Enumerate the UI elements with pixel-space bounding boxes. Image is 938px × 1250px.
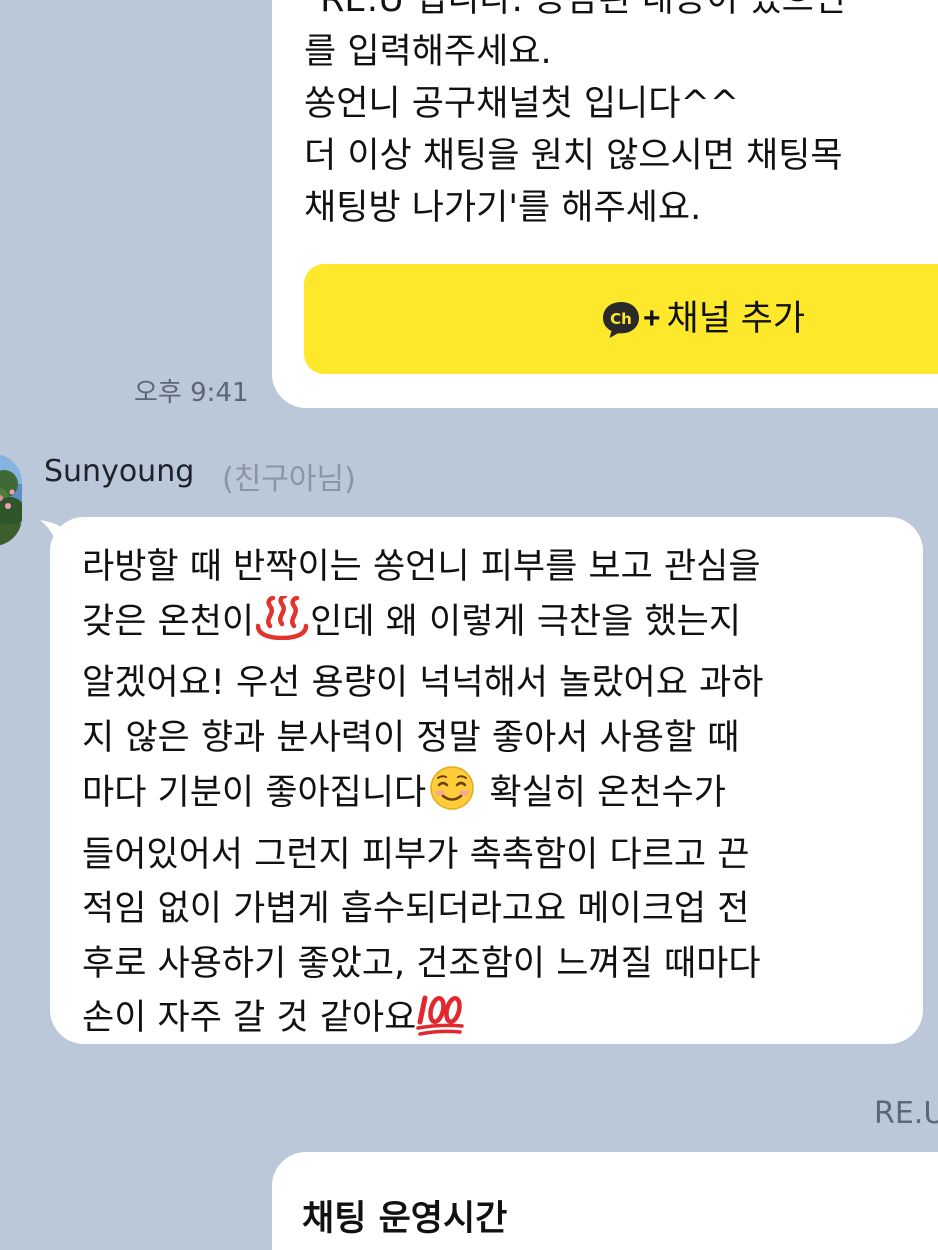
sender-status-tag: (친구아님)	[222, 462, 356, 497]
message-timestamp: 오후 9:41	[134, 378, 249, 408]
add-channel-button[interactable]: Ch + 채널 추가	[304, 264, 938, 374]
hundred-points-emoji	[416, 992, 466, 1053]
chat-room: "RE:U 입니다. 공감된 내용이 있으면 를 입력해주세요. 쏭언니 공구채…	[0, 0, 938, 1250]
add-channel-label: 채널 추가	[666, 299, 806, 338]
smiling-face-emoji	[426, 765, 478, 828]
channel-message-line: 를 입력해주세요.	[304, 32, 552, 72]
channel-message-bubble: "RE:U 입니다. 공감된 내용이 있으면 를 입력해주세요. 쏭언니 공구채…	[272, 0, 938, 408]
message-line: 손이 자주 갈 것 같아요	[82, 991, 912, 1053]
chat-hours-title: 채팅 운영시간	[302, 1199, 508, 1239]
svg-text:Ch: Ch	[610, 310, 632, 328]
message-text-fragment: 인데 왜 이렇게 극찬을 했는지	[310, 601, 742, 642]
message-line: 라방할 때 반짝이는 쏭언니 피부를 보고 관심을	[82, 547, 761, 587]
ch-icon: Ch	[600, 299, 640, 339]
add-channel-content: Ch + 채널 추가	[600, 294, 805, 344]
next-sender-name-partial: RE.U	[874, 1096, 938, 1131]
message-line: 지 않은 향과 분사력이 정말 좋아서 사용할 때	[82, 717, 740, 758]
message-line: 갖은 온천이 인데 왜 이렇게 극찬을 했는지	[82, 593, 912, 657]
message-text-fragment: 확실히 온천수가	[478, 773, 726, 813]
message-line: 적임 없이 가볍게 흡수되더라고요 메이크업 전	[82, 889, 750, 929]
channel-message-text: "RE:U 입니다. 공감된 내용이 있으면 를 입력해주세요. 쏭언니 공구채…	[304, 0, 938, 234]
plus-sign: +	[643, 302, 661, 335]
avatar[interactable]	[0, 454, 22, 546]
sender-name[interactable]: Sunyoung	[44, 454, 194, 489]
message-bubble[interactable]: 라방할 때 반짝이는 쏭언니 피부를 보고 관심을 갖은 온천이 인데 왜 이렇…	[50, 517, 923, 1044]
hot-springs-emoji	[254, 593, 310, 657]
message-line: 후로 사용하기 좋았고, 건조함이 느껴질 때마다	[82, 943, 761, 984]
message-line: 알겠어요! 우선 용량이 넉넉해서 놀랐어요 과하	[82, 663, 764, 703]
message-text: 라방할 때 반짝이는 쏭언니 피부를 보고 관심을 갖은 온천이 인데 왜 이렇…	[82, 540, 912, 1053]
channel-message-line: 더 이상 채팅을 원치 않으시면 채팅목	[304, 136, 843, 176]
message-line: 들어있어서 그런지 피부가 촉촉함이 다르고 끈	[82, 834, 750, 875]
chat-hours-bubble: 채팅 운영시간	[272, 1152, 938, 1250]
channel-message-line: 쏭언니 공구채널첫 입니다^^	[304, 84, 740, 124]
message-text-fragment: 갖은 온천이	[82, 601, 255, 642]
message-text-fragment: 손이 자주 갈 것 같아요	[82, 998, 417, 1038]
message-text-fragment: 마다 기분이 좋아집니다	[82, 773, 427, 813]
channel-message-line: 채팅방 나가기'를 해주세요.	[304, 188, 702, 228]
message-line: 마다 기분이 좋아집니다 확실히 온천수가	[82, 765, 912, 828]
channel-message-partial-line: "RE:U 입니다. 공감된 내용이 있으면	[304, 0, 846, 20]
